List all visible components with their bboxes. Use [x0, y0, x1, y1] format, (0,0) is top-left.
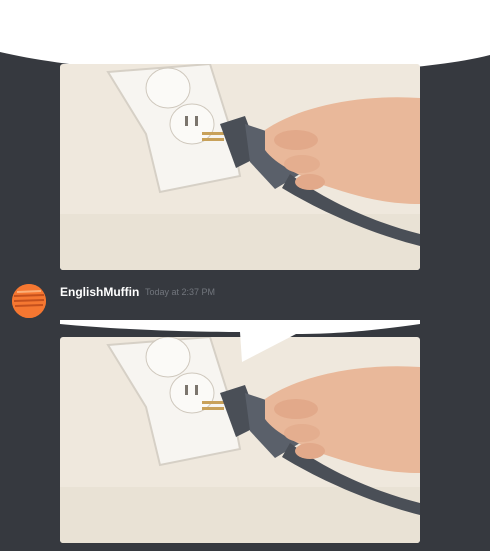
- message-timestamp: Today at 2:37 PM: [145, 287, 216, 297]
- english-muffin-avatar-icon: [12, 284, 46, 318]
- username[interactable]: EnglishMuffin: [60, 285, 139, 299]
- user-avatar[interactable]: [12, 284, 46, 318]
- image-attachment-1[interactable]: [60, 64, 420, 270]
- speech-bubble-middle: [60, 320, 420, 362]
- outlet-plug-photo: [60, 64, 420, 270]
- message-header: EnglishMuffin Today at 2:37 PM: [12, 282, 452, 318]
